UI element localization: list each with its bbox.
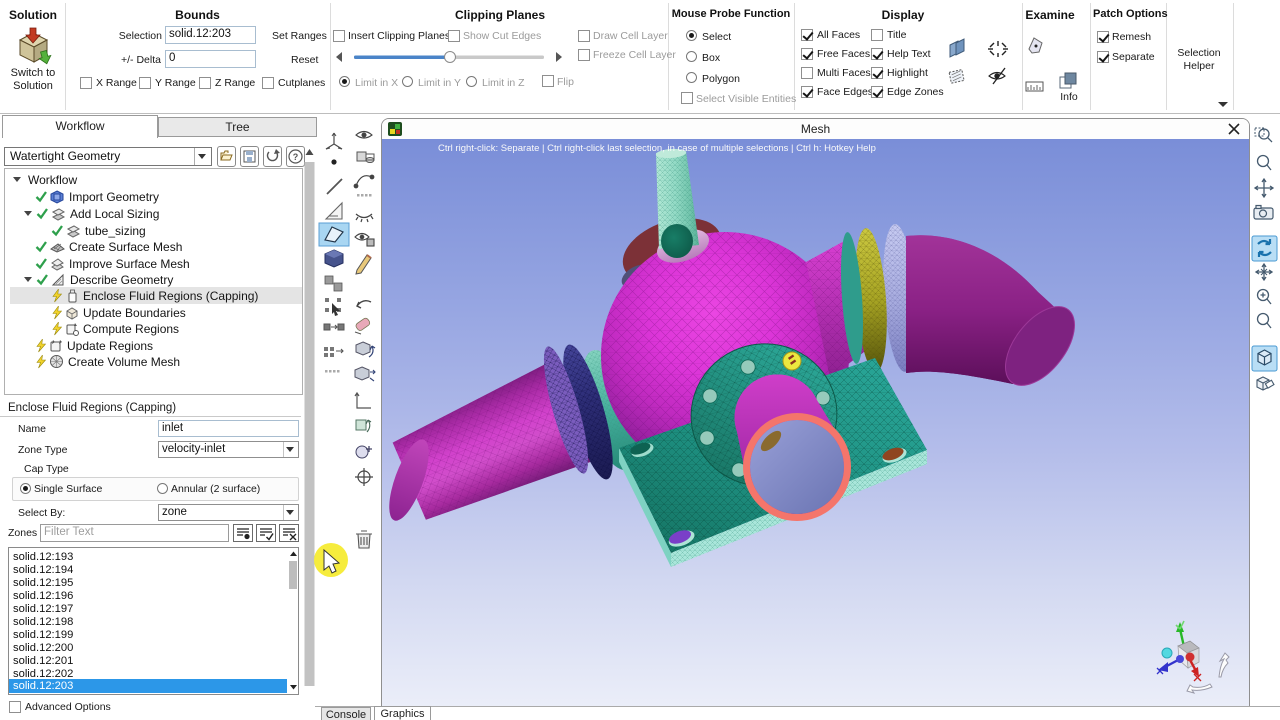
svg-text:?: ? [293,152,299,162]
